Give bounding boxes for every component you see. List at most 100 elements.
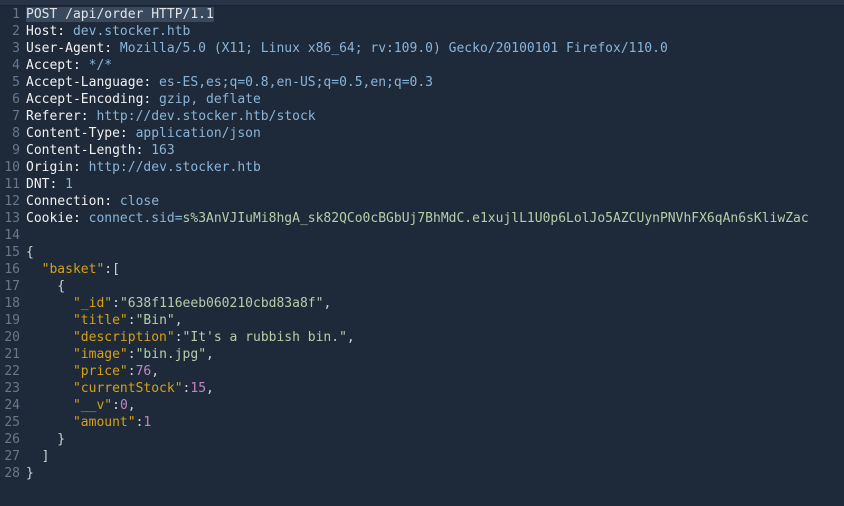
token-punct: : bbox=[112, 398, 120, 413]
code-line: User-Agent: Mozilla/5.0 (X11; Linux x86_… bbox=[26, 40, 844, 57]
token-punct: : bbox=[128, 313, 136, 328]
token-punct: } bbox=[26, 432, 65, 447]
token-num: 76 bbox=[136, 364, 152, 379]
line-number: 1 bbox=[0, 6, 20, 23]
token-hdr: Accept-Encoding: bbox=[26, 92, 151, 107]
code-line: Accept-Language: es-ES,es;q=0.8,en-US;q=… bbox=[26, 74, 844, 91]
code-line: { bbox=[26, 278, 844, 295]
token-punct: , bbox=[151, 364, 159, 379]
token-punct bbox=[26, 381, 73, 396]
token-val: Mozilla/5.0 (X11; Linux x86_64; rv:109.0… bbox=[112, 41, 668, 56]
token-punct: , bbox=[128, 398, 136, 413]
line-number: 19 bbox=[0, 312, 20, 329]
token-val: application/json bbox=[128, 126, 261, 141]
token-punct: , bbox=[206, 347, 214, 362]
token-str: "It's a rubbish bin." bbox=[183, 330, 347, 345]
line-number: 8 bbox=[0, 125, 20, 142]
token-val: http://dev.stocker.htb bbox=[81, 160, 261, 175]
token-key: "currentStock" bbox=[73, 381, 183, 396]
token-hdr: Connection: bbox=[26, 194, 112, 209]
line-number: 27 bbox=[0, 448, 20, 465]
code-line: ] bbox=[26, 448, 844, 465]
line-number: 11 bbox=[0, 176, 20, 193]
line-number: 24 bbox=[0, 397, 20, 414]
token-punct: : bbox=[128, 364, 136, 379]
token-punct: { bbox=[26, 245, 34, 260]
token-punct: ] bbox=[26, 449, 49, 464]
token-punct bbox=[26, 296, 73, 311]
line-number: 22 bbox=[0, 363, 20, 380]
code-area[interactable]: POST /api/order HTTP/1.1Host: dev.stocke… bbox=[24, 6, 844, 506]
code-line: Cookie: connect.sid=s%3AnVJIuMi8hgA_sk82… bbox=[26, 210, 844, 227]
token-val: 1 bbox=[57, 177, 73, 192]
token-punct: { bbox=[26, 279, 65, 294]
token-key: "__v" bbox=[73, 398, 112, 413]
token-punct: , bbox=[323, 296, 331, 311]
line-number: 7 bbox=[0, 108, 20, 125]
token-punct bbox=[26, 364, 73, 379]
line-number: 23 bbox=[0, 380, 20, 397]
line-number: 3 bbox=[0, 40, 20, 57]
token-key: "description" bbox=[73, 330, 175, 345]
line-number: 9 bbox=[0, 142, 20, 159]
code-line: "image":"bin.jpg", bbox=[26, 346, 844, 363]
token-punct: :[ bbox=[104, 262, 120, 277]
token-hdr: Content-Type: bbox=[26, 126, 128, 141]
code-line: Referer: http://dev.stocker.htb/stock bbox=[26, 108, 844, 125]
line-number: 5 bbox=[0, 74, 20, 91]
token-punct: } bbox=[26, 466, 34, 481]
code-line: Connection: close bbox=[26, 193, 844, 210]
line-number: 25 bbox=[0, 414, 20, 431]
token-hdr: Accept: bbox=[26, 58, 81, 73]
token-key: "amount" bbox=[73, 415, 136, 430]
token-hdr: User-Agent: bbox=[26, 41, 112, 56]
token-num: 1 bbox=[143, 415, 151, 430]
line-number: 6 bbox=[0, 91, 20, 108]
line-number: 18 bbox=[0, 295, 20, 312]
token-key: "price" bbox=[73, 364, 128, 379]
code-editor: 1234567891011121314151617181920212223242… bbox=[0, 6, 844, 506]
token-punct bbox=[26, 398, 73, 413]
code-line: "description":"It's a rubbish bin.", bbox=[26, 329, 844, 346]
token-val: close bbox=[112, 194, 159, 209]
code-line: "basket":[ bbox=[26, 261, 844, 278]
token-str: "638f116eeb060210cbd83a8f" bbox=[120, 296, 324, 311]
code-line: Content-Type: application/json bbox=[26, 125, 844, 142]
code-line: "title":"Bin", bbox=[26, 312, 844, 329]
token-punct bbox=[26, 313, 73, 328]
code-line: Host: dev.stocker.htb bbox=[26, 23, 844, 40]
token-key: "basket" bbox=[42, 262, 105, 277]
token-punct: , bbox=[175, 313, 183, 328]
line-number: 4 bbox=[0, 57, 20, 74]
token-str: "bin.jpg" bbox=[136, 347, 206, 362]
token-val: http://dev.stocker.htb/stock bbox=[89, 109, 316, 124]
token-key: "_id" bbox=[73, 296, 112, 311]
token-str: s%3AnVJIuMi8hgA_sk82QCo0cBGbUj7BhMdC.e1x… bbox=[183, 211, 809, 226]
token-punct: : bbox=[128, 347, 136, 362]
code-line: } bbox=[26, 465, 844, 482]
token-val: dev.stocker.htb bbox=[65, 24, 190, 39]
code-line: "currentStock":15, bbox=[26, 380, 844, 397]
line-number: 2 bbox=[0, 23, 20, 40]
code-line: "amount":1 bbox=[26, 414, 844, 431]
token-hdr: Accept-Language: bbox=[26, 75, 151, 90]
token-hdr: Referer: bbox=[26, 109, 89, 124]
token-punct bbox=[26, 330, 73, 345]
token-hdr: Host: bbox=[26, 24, 65, 39]
token-punct: , bbox=[347, 330, 355, 345]
line-number: 10 bbox=[0, 159, 20, 176]
code-line: Origin: http://dev.stocker.htb bbox=[26, 159, 844, 176]
token-num: 0 bbox=[120, 398, 128, 413]
line-number: 28 bbox=[0, 465, 20, 482]
code-line: POST /api/order HTTP/1.1 bbox=[26, 6, 844, 23]
token-val: */* bbox=[81, 58, 112, 73]
line-number: 13 bbox=[0, 210, 20, 227]
token-str: "Bin" bbox=[136, 313, 175, 328]
code-line: "price":76, bbox=[26, 363, 844, 380]
line-number: 15 bbox=[0, 244, 20, 261]
token-punct bbox=[26, 415, 73, 430]
code-line bbox=[26, 227, 844, 244]
code-line: "__v":0, bbox=[26, 397, 844, 414]
code-line: DNT: 1 bbox=[26, 176, 844, 193]
token-hdr: Content-Length: bbox=[26, 143, 143, 158]
